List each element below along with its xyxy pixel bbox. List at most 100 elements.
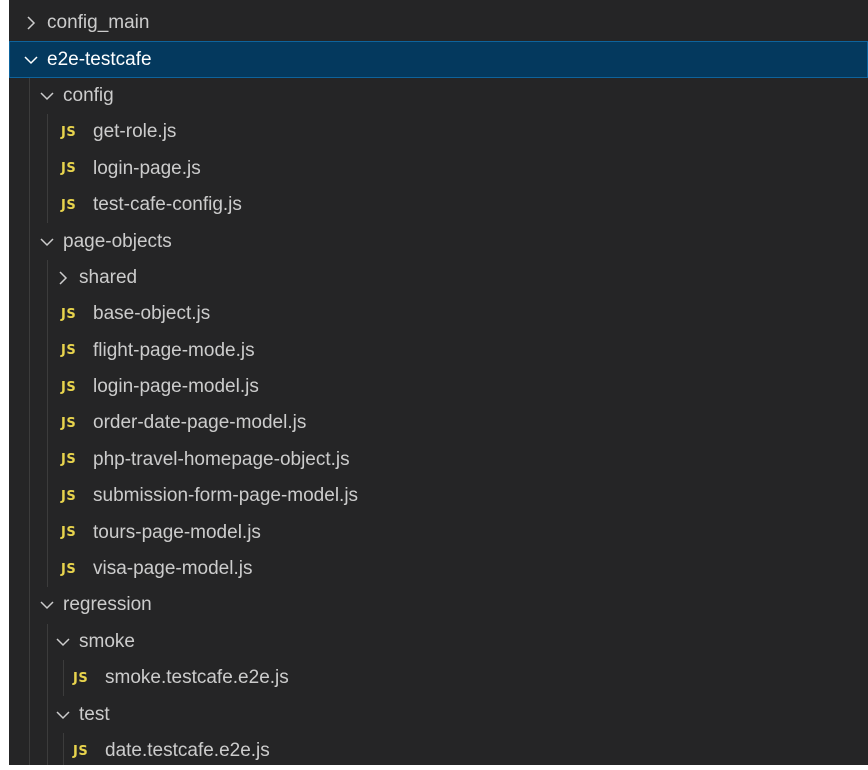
left-edge [0, 0, 9, 770]
file-label: get-role.js [93, 121, 177, 143]
indent-guide [29, 296, 30, 333]
file-label: smoke.testcafe.e2e.js [105, 667, 289, 689]
file-order-date-page-model[interactable]: JS order-date-page-model.js [9, 405, 868, 442]
file-label: submission-form-page-model.js [93, 485, 359, 507]
chevron-down-icon [21, 50, 41, 70]
file-label: visa-page-model.js [93, 558, 253, 580]
folder-label: test [79, 703, 110, 725]
indent-guide [29, 150, 30, 187]
indent-guide [29, 623, 30, 661]
indent-guide [29, 696, 30, 733]
indent-guide [47, 332, 48, 369]
indent-guide [47, 114, 48, 151]
folder-e2e-testcafe[interactable]: e2e-testcafe [9, 41, 868, 78]
indent-guide [29, 332, 30, 369]
indent-guide [47, 660, 48, 697]
folder-config[interactable]: config [9, 77, 868, 115]
file-get-role[interactable]: JS get-role.js [9, 114, 868, 151]
js-file-icon: JS [73, 670, 89, 686]
indent-guide [47, 368, 48, 406]
chevron-down-icon [37, 86, 57, 106]
file-visa-page-model[interactable]: JS visa-page-model.js [9, 550, 868, 588]
indent-guide [47, 150, 48, 187]
folder-smoke[interactable]: smoke [9, 623, 868, 661]
file-label: flight-page-mode.js [93, 339, 255, 361]
js-file-icon: JS [61, 379, 77, 395]
indent-guide [63, 732, 64, 770]
indent-guide [47, 478, 48, 515]
file-label: php-travel-homepage-object.js [93, 448, 350, 470]
file-login-page-model[interactable]: JS login-page-model.js [9, 368, 868, 406]
indent-guide [47, 405, 48, 442]
chevron-right-icon [21, 13, 41, 33]
folder-config-main[interactable]: config_main [9, 5, 868, 41]
indent-guide [63, 660, 64, 697]
indent-guide [29, 550, 30, 588]
chevron-down-icon [53, 705, 73, 725]
chevron-down-icon [37, 595, 57, 615]
indent-guide [29, 223, 30, 260]
folder-test[interactable]: test [9, 696, 868, 733]
folder-label: shared [79, 266, 138, 288]
indent-guide [47, 296, 48, 333]
js-file-icon: JS [61, 197, 77, 213]
js-file-icon: JS [73, 743, 89, 759]
file-test-cafe-config[interactable]: JS test-cafe-config.js [9, 186, 868, 224]
indent-guide [29, 186, 30, 224]
file-flight-page-mode[interactable]: JS flight-page-mode.js [9, 332, 868, 369]
js-file-icon: JS [61, 488, 77, 504]
indent-guide [29, 478, 30, 515]
indent-guide [47, 623, 48, 661]
file-tree: config_main e2e-testcafe config JS get-r… [9, 5, 868, 770]
indent-guide [47, 441, 48, 479]
js-file-icon: JS [61, 306, 77, 322]
bottom-edge [0, 765, 868, 770]
js-file-icon: JS [61, 415, 77, 431]
indent-guide [47, 186, 48, 224]
chevron-down-icon [53, 632, 73, 652]
file-php-travel-homepage-object[interactable]: JS php-travel-homepage-object.js [9, 441, 868, 479]
indent-guide [29, 114, 30, 151]
file-label: login-page-model.js [93, 376, 259, 398]
file-smoke-testcafe-e2e[interactable]: JS smoke.testcafe.e2e.js [9, 660, 868, 697]
chevron-down-icon [37, 232, 57, 252]
file-label: tours-page-model.js [93, 521, 261, 543]
indent-guide [29, 441, 30, 479]
js-file-icon: JS [61, 124, 77, 140]
indent-guide [29, 587, 30, 624]
indent-guide [29, 368, 30, 406]
indent-guide [47, 732, 48, 770]
file-submission-form-page-model[interactable]: JS submission-form-page-model.js [9, 478, 868, 515]
indent-guide [47, 514, 48, 551]
file-label: login-page.js [93, 157, 201, 179]
folder-label: page-objects [63, 230, 172, 252]
indent-guide [47, 550, 48, 588]
indent-guide [29, 514, 30, 551]
folder-label: e2e-testcafe [47, 48, 152, 70]
folder-page-objects[interactable]: page-objects [9, 223, 868, 260]
indent-guide [29, 660, 30, 697]
indent-guide [29, 77, 30, 115]
indent-guide [47, 696, 48, 733]
folder-label: smoke [79, 630, 135, 652]
indent-guide [29, 405, 30, 442]
file-label: test-cafe-config.js [93, 194, 242, 216]
chevron-right-icon [53, 268, 73, 288]
js-file-icon: JS [61, 561, 77, 577]
js-file-icon: JS [61, 343, 77, 359]
file-base-object[interactable]: JS base-object.js [9, 296, 868, 333]
file-explorer: config_main e2e-testcafe config JS get-r… [0, 0, 868, 770]
file-label: base-object.js [93, 303, 211, 325]
folder-shared[interactable]: shared [9, 259, 868, 297]
folder-label: config [63, 84, 114, 106]
folder-label: config_main [47, 12, 150, 34]
file-date-testcafe-e2e[interactable]: JS date.testcafe.e2e.js [9, 732, 868, 770]
js-file-icon: JS [61, 452, 77, 468]
indent-guide [29, 259, 30, 297]
file-tours-page-model[interactable]: JS tours-page-model.js [9, 514, 868, 551]
indent-guide [47, 259, 48, 297]
folder-regression[interactable]: regression [9, 587, 868, 624]
js-file-icon: JS [61, 161, 77, 177]
file-login-page[interactable]: JS login-page.js [9, 150, 868, 187]
file-label: date.testcafe.e2e.js [105, 740, 270, 761]
